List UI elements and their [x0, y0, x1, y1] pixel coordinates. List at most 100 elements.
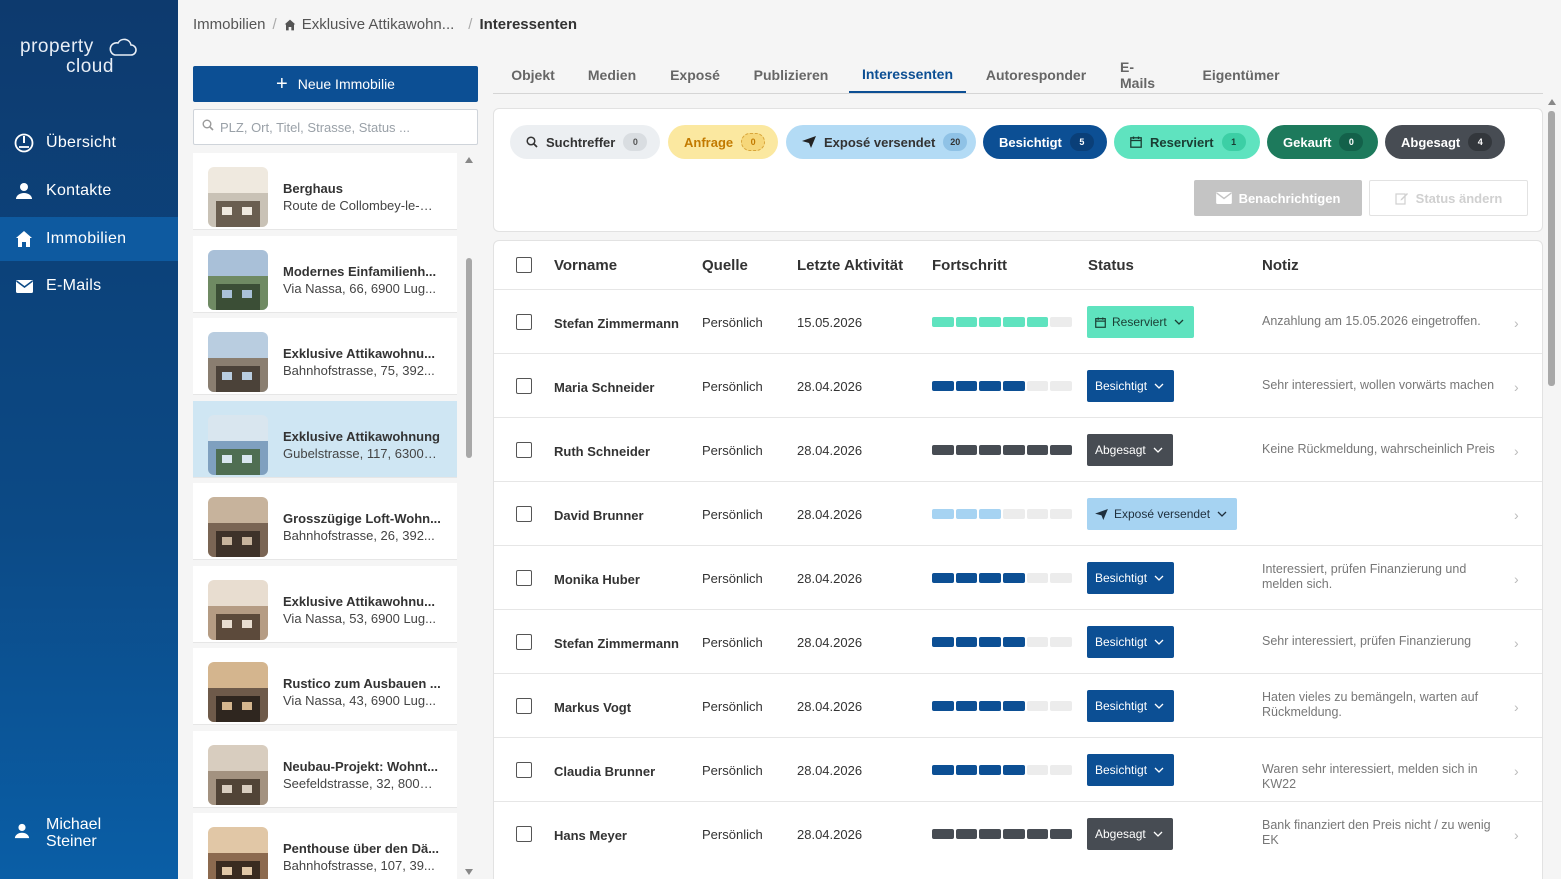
chevron-right-icon[interactable]: ›	[1514, 507, 1519, 523]
row-checkbox[interactable]	[516, 570, 532, 586]
chevron-right-icon[interactable]: ›	[1514, 699, 1519, 715]
nav-item-uebersicht[interactable]: Übersicht	[0, 121, 178, 165]
property-card[interactable]: Neubau-Projekt: Wohnt... Seefeldstrasse, …	[193, 730, 457, 808]
progress-segment	[1050, 765, 1073, 775]
chevron-right-icon[interactable]: ›	[1514, 443, 1519, 459]
status-dropdown[interactable]: Besichtigt	[1087, 626, 1175, 658]
column-header-notiz[interactable]: Notiz	[1262, 257, 1299, 274]
contact-name[interactable]: Ruth Schneider	[554, 444, 650, 459]
row-checkbox[interactable]	[516, 634, 532, 650]
property-card[interactable]: Berghaus Route de Collombey-le-G...	[193, 153, 457, 230]
property-list-scrollbar[interactable]	[462, 153, 476, 879]
contact-name[interactable]: Maria Schneider	[554, 380, 654, 395]
filter-besichtigt[interactable]: Besichtigt 5	[983, 125, 1107, 159]
table-row[interactable]: Monika Huber Persönlich 28.04.2026 Besichti…	[494, 545, 1542, 609]
contact-name[interactable]: Monika Huber	[554, 572, 640, 587]
property-card[interactable]: Grosszügige Loft-Wohn... Bahnhofstrasse, …	[193, 483, 457, 560]
table-row[interactable]: Markus Vogt Persönlich 28.04.2026 Besichtig…	[494, 673, 1542, 737]
row-checkbox[interactable]	[516, 698, 532, 714]
property-card[interactable]: Exklusive Attikawohnu... Bahnhofstrasse, …	[193, 318, 457, 395]
tab-medien[interactable]: Medien	[588, 56, 636, 93]
status-dropdown[interactable]: Besichtigt	[1087, 370, 1175, 402]
table-row[interactable]: David Brunner Persönlich 28.04.2026 Exposé …	[494, 481, 1542, 545]
contact-name[interactable]: Stefan Zimmermann	[554, 636, 679, 651]
nav-item-kontakte[interactable]: Kontakte	[0, 169, 178, 213]
breadcrumb-property[interactable]: Exklusive Attikawohn...	[302, 16, 455, 33]
progress-segment	[1050, 829, 1073, 839]
status-dropdown[interactable]: Exposé versendet	[1087, 498, 1238, 530]
select-all-checkbox[interactable]	[516, 257, 532, 273]
status-dropdown[interactable]: Reserviert	[1087, 306, 1194, 338]
tab-interessenten[interactable]: Interessenten	[849, 56, 966, 93]
property-search[interactable]	[193, 109, 478, 145]
filter-anfrage[interactable]: Anfrage 0	[668, 125, 778, 159]
row-checkbox[interactable]	[516, 378, 532, 394]
change-status-button[interactable]: Status ändern	[1369, 180, 1528, 216]
filter-expose-versendet[interactable]: Exposé versendet 20	[786, 125, 976, 159]
property-card[interactable]: Rustico zum Ausbauen ... Via Nassa, 43, 6…	[193, 648, 457, 725]
chevron-right-icon[interactable]: ›	[1514, 763, 1519, 779]
status-dropdown[interactable]: Abgesagt	[1087, 434, 1173, 466]
chevron-right-icon[interactable]: ›	[1514, 379, 1519, 395]
property-card[interactable]: Exklusive Attikawohnung Gubelstrasse, 117…	[193, 400, 457, 478]
status-dropdown[interactable]: Besichtigt	[1087, 690, 1175, 722]
tab-expose[interactable]: Exposé	[670, 56, 720, 93]
contact-name[interactable]: Claudia Brunner	[554, 764, 655, 779]
filter-suchtreffer[interactable]: Suchtreffer 0	[510, 125, 660, 159]
notify-button[interactable]: Benachrichtigen	[1194, 180, 1362, 216]
column-header-status[interactable]: Status	[1088, 257, 1134, 274]
chevron-right-icon[interactable]: ›	[1514, 827, 1519, 843]
table-row[interactable]: Stefan Zimmermann Persönlich 28.04.2026 Bes…	[494, 609, 1542, 673]
table-row[interactable]: Stefan Zimmermann Persönlich 15.05.2026 Res…	[494, 289, 1542, 353]
row-checkbox[interactable]	[516, 314, 532, 330]
column-header-quelle[interactable]: Quelle	[702, 257, 748, 274]
contact-name[interactable]: David Brunner	[554, 508, 644, 523]
table-row[interactable]: Hans Meyer Persönlich 28.04.2026 Abgesagt Ba…	[494, 801, 1542, 865]
row-checkbox[interactable]	[516, 442, 532, 458]
tab-autoresponder[interactable]: Autoresponder	[986, 56, 1086, 93]
row-checkbox[interactable]	[516, 826, 532, 842]
status-dropdown[interactable]: Abgesagt	[1087, 818, 1173, 850]
scroll-up-icon[interactable]	[1548, 99, 1556, 105]
tab-publizieren[interactable]: Publizieren	[754, 56, 829, 93]
row-checkbox[interactable]	[516, 506, 532, 522]
column-header-fortschritt[interactable]: Fortschritt	[932, 257, 1007, 274]
scrollbar-thumb[interactable]	[466, 258, 472, 458]
scroll-down-icon[interactable]	[465, 869, 473, 875]
current-user[interactable]: Michael Steiner	[14, 816, 101, 850]
tab-emails[interactable]: E-Mails	[1120, 56, 1168, 93]
filter-reserviert[interactable]: Reserviert 1	[1114, 125, 1260, 159]
column-header-letzte-aktivitaet[interactable]: Letzte Aktivität	[797, 257, 903, 274]
new-property-button[interactable]: + Neue Immobilie	[193, 66, 478, 102]
tab-eigentuemer[interactable]: Eigentümer	[1203, 56, 1280, 93]
scroll-up-icon[interactable]	[465, 157, 473, 163]
status-dropdown[interactable]: Besichtigt	[1087, 562, 1175, 594]
table-row[interactable]: Ruth Schneider Persönlich 28.04.2026 Abgesa…	[494, 417, 1542, 481]
property-card[interactable]: Penthouse über den Dä... Bahnhofstrasse, …	[193, 813, 457, 879]
property-title: Exklusive Attikawohnung	[283, 428, 440, 444]
chevron-right-icon[interactable]: ›	[1514, 635, 1519, 651]
contact-name[interactable]: Stefan Zimmermann	[554, 316, 679, 331]
breadcrumb-root[interactable]: Immobilien	[193, 16, 266, 33]
filter-gekauft[interactable]: Gekauft 0	[1267, 125, 1378, 159]
column-header-vorname[interactable]: Vorname	[554, 257, 617, 274]
property-address: Via Nassa, 53, 6900 Lug...	[283, 610, 436, 626]
chevron-right-icon[interactable]: ›	[1514, 571, 1519, 587]
table-scrollbar[interactable]	[1545, 95, 1559, 879]
contact-name[interactable]: Markus Vogt	[554, 700, 631, 715]
chevron-right-icon[interactable]: ›	[1514, 315, 1519, 331]
table-row[interactable]: Claudia Brunner Persönlich 28.04.2026 Besic…	[494, 737, 1542, 801]
property-card[interactable]: Modernes Einfamilienh... Via Nassa, 66, 6…	[193, 235, 457, 313]
property-card[interactable]: Exklusive Attikawohnu... Via Nassa, 53, 6…	[193, 565, 457, 643]
search-input[interactable]	[220, 119, 470, 135]
row-checkbox[interactable]	[516, 762, 532, 778]
filter-abgesagt[interactable]: Abgesagt 4	[1385, 125, 1505, 159]
status-dropdown[interactable]: Besichtigt	[1087, 754, 1175, 786]
nav-item-immobilien[interactable]: Immobilien	[0, 217, 178, 261]
scrollbar-thumb[interactable]	[1548, 111, 1555, 386]
contact-name[interactable]: Hans Meyer	[554, 828, 627, 843]
tab-objekt[interactable]: Objekt	[511, 56, 555, 93]
table-row[interactable]: Maria Schneider Persönlich 28.04.2026 Besic…	[494, 353, 1542, 417]
nav-item-emails[interactable]: E-Mails	[0, 264, 178, 308]
property-cloud-logo[interactable]: property cloud	[20, 36, 160, 80]
